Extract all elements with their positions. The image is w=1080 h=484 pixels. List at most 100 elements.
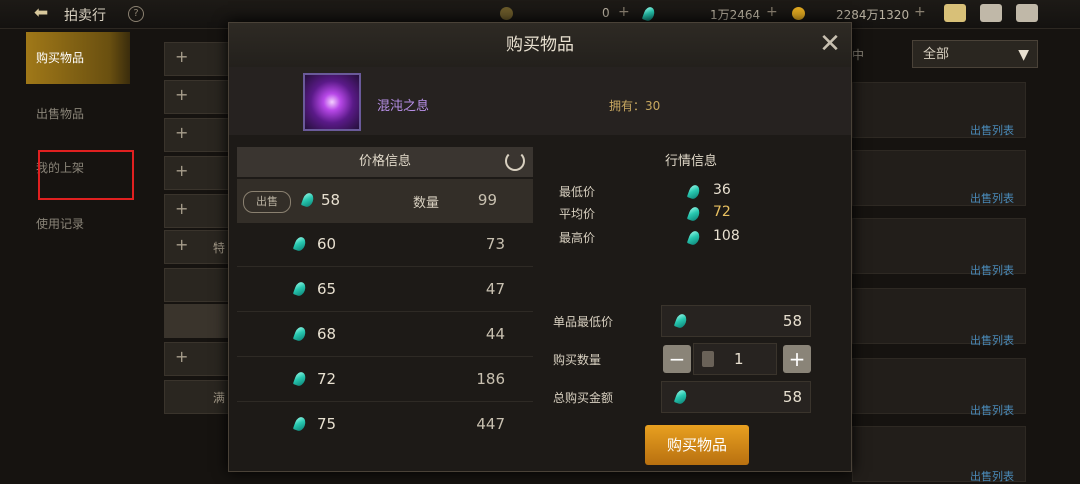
sell-badge[interactable]: 出售 xyxy=(243,191,291,213)
category-row[interactable]: 满 xyxy=(164,380,236,414)
price-row[interactable]: 75 447 xyxy=(237,403,533,447)
price-value: 65 xyxy=(317,280,337,298)
calculator-icon[interactable] xyxy=(702,351,714,367)
category-row[interactable] xyxy=(164,304,236,338)
price-info-title: 价格信息 xyxy=(358,154,411,169)
sell-list-link[interactable]: 出售列表 xyxy=(970,468,1014,484)
sidebar-item-buy[interactable]: 购买物品 xyxy=(26,32,130,84)
sell-list-link[interactable]: 出售列表 xyxy=(970,332,1014,348)
unit-price-value: 58 xyxy=(782,312,802,330)
quantity-input-value: 1 xyxy=(734,350,744,368)
price-info-header: 价格信息 xyxy=(237,147,533,177)
chat-icon[interactable] xyxy=(1016,4,1038,22)
category-row[interactable] xyxy=(164,268,236,302)
purchase-qty-label: 购买数量 xyxy=(553,353,602,367)
expand-icon: + xyxy=(175,123,189,142)
quantity-value: 99 xyxy=(477,191,497,209)
price-row[interactable]: 出售 58 数量 99 xyxy=(237,179,533,223)
currency-3-value: 2284万1320 xyxy=(836,8,910,22)
market-row-min: 最低价 36 xyxy=(543,181,839,203)
buy-item-button[interactable]: 购买物品 xyxy=(645,425,749,465)
category-row[interactable]: + xyxy=(164,156,236,190)
decrease-qty-button[interactable]: − xyxy=(663,345,691,373)
market-info-panel: 行情信息 最低价 36 平均价 72 最高价 108 单品最低价 58 购买数量… xyxy=(543,147,839,465)
quantity-input[interactable]: 1 xyxy=(693,343,777,375)
gem-icon xyxy=(292,235,308,253)
owned-count: 拥有：30 xyxy=(609,99,661,113)
price-row[interactable]: 65 47 xyxy=(237,268,533,312)
total-amount-value: 58 xyxy=(782,388,802,406)
avg-price-label: 平均价 xyxy=(559,207,596,221)
quantity-value: 447 xyxy=(476,415,505,433)
gem-icon xyxy=(292,325,308,343)
row-divider xyxy=(237,401,533,402)
bag-icon[interactable] xyxy=(944,4,966,22)
price-value: 75 xyxy=(317,415,337,433)
back-arrow-icon[interactable]: ⬅ xyxy=(34,4,54,22)
dialog-header: 购买物品 ✕ xyxy=(229,23,851,68)
expand-icon: + xyxy=(175,347,189,366)
total-amount-label: 总购买金额 xyxy=(553,391,614,405)
quantity-label: 数量 xyxy=(413,196,440,211)
page-title: 拍卖行 xyxy=(64,8,106,24)
dialog-title: 购买物品 xyxy=(506,35,574,55)
price-row[interactable]: 72 186 xyxy=(237,358,533,402)
category-label: 特 xyxy=(213,241,226,255)
price-value: 60 xyxy=(317,235,337,253)
help-icon[interactable]: ? xyxy=(128,6,144,22)
add-currency-2-button[interactable]: + xyxy=(766,4,778,20)
gem-icon xyxy=(292,370,308,388)
mail-icon[interactable] xyxy=(980,4,1002,22)
sidebar-item-sell[interactable]: 出售物品 xyxy=(26,88,130,140)
category-row[interactable]: + xyxy=(164,118,236,152)
price-value: 68 xyxy=(317,325,337,343)
quantity-value: 47 xyxy=(485,280,505,298)
sidebar-item-records[interactable]: 使用记录 xyxy=(26,198,130,250)
gem-icon xyxy=(300,191,316,209)
unit-price-label: 单品最低价 xyxy=(553,315,614,329)
refresh-icon[interactable] xyxy=(505,151,525,171)
gem-icon xyxy=(292,280,308,298)
expand-icon: + xyxy=(175,47,189,66)
price-row[interactable]: 68 44 xyxy=(237,313,533,357)
currency-1-value: 0 xyxy=(602,6,610,20)
filter-select[interactable]: 全部 ▼ xyxy=(912,40,1038,68)
max-price-value: 108 xyxy=(713,228,740,244)
category-row[interactable]: + xyxy=(164,194,236,228)
gem-icon xyxy=(686,205,702,223)
filter-value: 全部 xyxy=(923,47,950,62)
category-row[interactable]: + 特 xyxy=(164,230,236,264)
gem-icon xyxy=(673,312,689,330)
sell-list-link[interactable]: 出售列表 xyxy=(970,402,1014,418)
price-value: 72 xyxy=(317,370,337,388)
market-row-avg: 平均价 72 xyxy=(543,203,839,225)
category-row[interactable]: + xyxy=(164,80,236,114)
min-price-label: 最低价 xyxy=(559,185,596,199)
add-currency-3-button[interactable]: + xyxy=(914,4,926,20)
currency-2-value: 1万2464 xyxy=(710,8,761,22)
sell-list-link[interactable]: 出售列表 xyxy=(970,190,1014,206)
dropdown-arrow-icon: ▼ xyxy=(1018,47,1029,63)
quantity-value: 73 xyxy=(485,235,505,253)
add-currency-1-button[interactable]: + xyxy=(618,4,630,20)
selection-highlight xyxy=(38,150,134,200)
category-row[interactable]: + xyxy=(164,42,236,76)
category-row[interactable]: + xyxy=(164,342,236,376)
sell-list-link[interactable]: 出售列表 xyxy=(970,262,1014,278)
price-row[interactable]: 60 73 xyxy=(237,223,533,267)
price-info-panel: 价格信息 出售 58 数量 99 60 73 65 47 68 44 72 18… xyxy=(237,147,535,461)
quantity-row: 购买数量 − 1 + xyxy=(543,343,839,377)
max-price-label: 最高价 xyxy=(559,231,596,245)
item-info: 混沌之息 拥有：30 xyxy=(229,67,851,135)
gem-icon xyxy=(686,229,702,247)
increase-qty-button[interactable]: + xyxy=(783,345,811,373)
row-divider xyxy=(237,266,533,267)
expand-icon: + xyxy=(175,235,189,254)
min-price-value: 36 xyxy=(713,182,731,198)
sell-list-link[interactable]: 出售列表 xyxy=(970,122,1014,138)
gem-icon xyxy=(686,183,702,201)
close-icon[interactable]: ✕ xyxy=(815,29,845,59)
quantity-value: 44 xyxy=(485,325,505,343)
item-icon[interactable] xyxy=(303,73,361,131)
expand-icon: + xyxy=(175,85,189,104)
